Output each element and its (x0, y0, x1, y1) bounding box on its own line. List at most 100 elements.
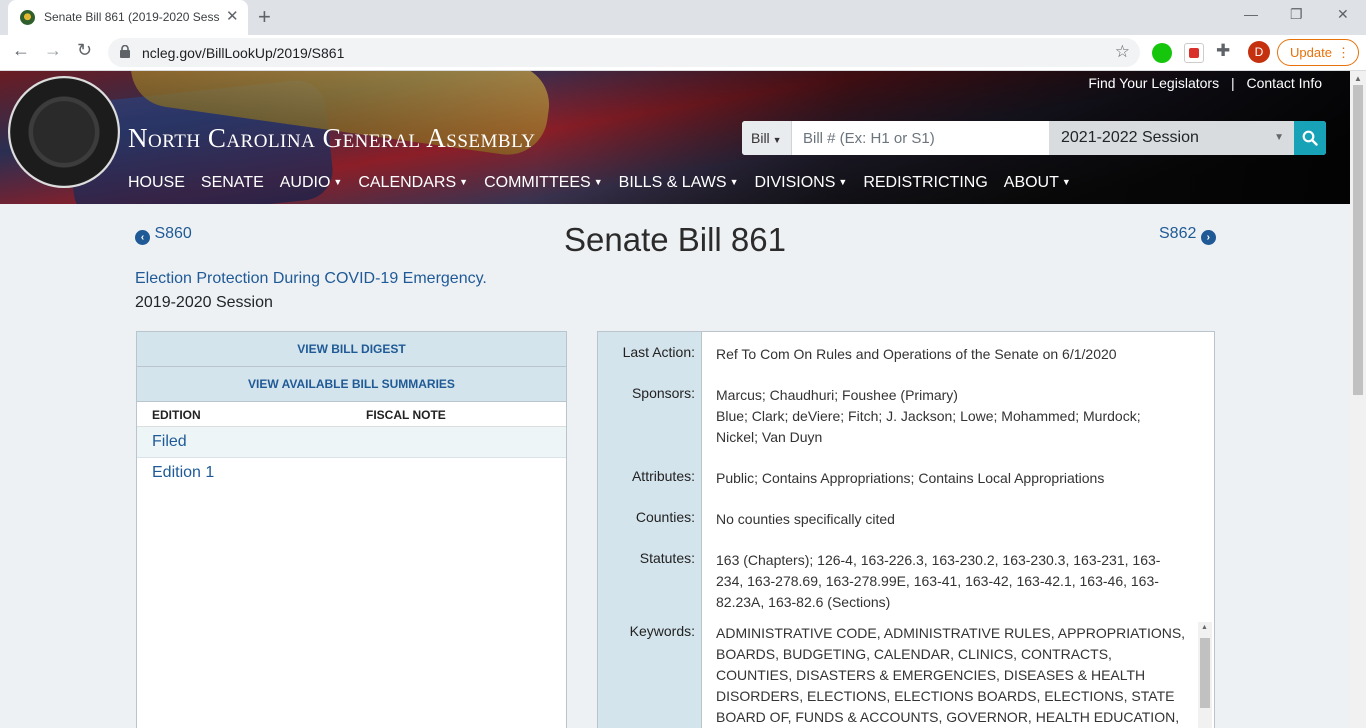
browser-toolbar: ← → ↻ ncleg.gov/BillLookUp/2019/S861 ☆ ✚… (0, 35, 1366, 71)
back-icon[interactable]: ← (12, 40, 30, 61)
view-bill-digest-button[interactable]: VIEW BILL DIGEST (137, 332, 566, 367)
nav-label: AUDIO (279, 174, 331, 191)
nav-redistricting[interactable]: REDISTRICTING (863, 174, 987, 192)
detail-value: Ref To Com On Rules and Operations of th… (716, 346, 1117, 362)
edition-link[interactable]: Filed (152, 433, 187, 450)
site-title[interactable]: North Carolina General Assembly (128, 123, 536, 154)
top-links: Find Your Legislators | Contact Info (1084, 75, 1326, 91)
address-bar[interactable]: ncleg.gov/BillLookUp/2019/S861 ☆ (108, 38, 1140, 67)
tab-title: Senate Bill 861 (2019-2020 Session) (44, 10, 220, 24)
page-title: Senate Bill 861 (564, 221, 786, 258)
scroll-up-icon[interactable]: ▲ (1354, 74, 1362, 83)
extension-green-icon[interactable] (1152, 43, 1172, 63)
nav-house[interactable]: HOUSE (128, 174, 185, 192)
bill-search-form: Bill▼ 2021-2022 Session ▼ (742, 121, 1326, 155)
view-bill-summaries-button[interactable]: VIEW AVAILABLE BILL SUMMARIES (137, 367, 566, 402)
detail-value: 163 (Chapters); 126-4, 163-226.3, 163-23… (716, 552, 1161, 610)
bill-session: 2019-2020 Session (135, 294, 273, 311)
nav-label: SENATE (200, 174, 264, 191)
nav-audio[interactable]: AUDIO ▼ (280, 174, 343, 192)
bill-documents-panel: VIEW BILL DIGEST VIEW AVAILABLE BILL SUM… (136, 331, 567, 728)
nav-senate[interactable]: SENATE (201, 174, 264, 192)
extension-red-icon[interactable] (1184, 43, 1204, 63)
scroll-up-icon[interactable]: ▲ (1201, 624, 1208, 631)
editions-table-header: EDITION FISCAL NOTE (137, 402, 566, 427)
nav-label: HOUSE (128, 174, 185, 191)
nav-label: DIVISIONS (754, 174, 836, 191)
caret-down-icon: ▼ (593, 177, 603, 187)
reload-icon[interactable]: ↻ (77, 40, 92, 61)
detail-label: Statutes: (639, 550, 695, 566)
minimize-icon[interactable]: — (1244, 6, 1258, 22)
site-favicon-icon (20, 10, 35, 25)
nav-bills-laws[interactable]: BILLS & LAWS ▼ (619, 174, 739, 192)
menu-dots-icon: ⋮ (1337, 45, 1350, 60)
bill-number-input[interactable] (792, 121, 1049, 155)
search-type-label: Bill (751, 130, 770, 146)
nav-label: BILLS & LAWS (618, 174, 727, 191)
browser-tabstrip: Senate Bill 861 (2019-2020 Session) ✕ + … (0, 0, 1366, 35)
edition-link[interactable]: Edition 1 (152, 464, 214, 481)
scrollbar-thumb[interactable] (1353, 85, 1363, 395)
find-legislators-link[interactable]: Find Your Legislators (1088, 75, 1219, 91)
bookmark-star-icon[interactable]: ☆ (1115, 42, 1130, 62)
search-button[interactable] (1294, 121, 1326, 155)
column-header-edition: EDITION (152, 408, 201, 422)
sponsors-primary: Marcus; Chaudhuri; Foushee (Primary) (716, 387, 958, 403)
chevron-right-icon: › (1200, 230, 1216, 245)
lock-icon (120, 45, 130, 58)
main-content: ‹ S860 Senate Bill 861 S862 › Election P… (0, 204, 1350, 728)
forward-icon[interactable]: → (44, 40, 62, 61)
nav-committees[interactable]: COMMITTEES ▼ (484, 174, 603, 192)
close-window-icon[interactable]: ✕ (1337, 6, 1349, 23)
sponsors-other: Blue; Clark; deViere; Fitch; J. Jackson;… (716, 408, 1141, 445)
browser-tab[interactable]: Senate Bill 861 (2019-2020 Session) ✕ (8, 0, 248, 35)
column-header-fiscal-note: FISCAL NOTE (366, 408, 446, 422)
next-bill-label: S862 (1159, 225, 1197, 242)
bill-details-panel: Last Action: Ref To Com On Rules and Ope… (597, 331, 1215, 728)
detail-label: Attributes: (631, 468, 695, 484)
scrollbar-thumb[interactable] (1200, 638, 1210, 708)
detail-label: Keywords: (629, 623, 695, 639)
nav-calendars[interactable]: CALENDARS ▼ (358, 174, 468, 192)
state-seal-logo[interactable] (8, 76, 120, 188)
session-select-value: 2021-2022 Session (1061, 129, 1199, 146)
nav-divisions[interactable]: DIVISIONS ▼ (754, 174, 847, 192)
edition-row: Edition 1 (137, 458, 566, 489)
update-label: Update (1290, 45, 1332, 60)
update-button[interactable]: Update ⋮ (1277, 39, 1359, 66)
search-icon (1302, 130, 1318, 146)
nav-label: REDISTRICTING (863, 174, 988, 191)
nav-about[interactable]: ABOUT ▼ (1004, 174, 1071, 192)
link-divider: | (1230, 75, 1235, 91)
next-bill-link[interactable]: S862 › (1159, 225, 1216, 245)
caret-down-icon: ▼ (1061, 177, 1071, 187)
main-nav: HOUSE SENATE AUDIO ▼ CALENDARS ▼ COMMITTEE… (128, 174, 1087, 192)
nav-label: CALENDARS (358, 174, 457, 191)
tab-close-icon[interactable]: ✕ (226, 7, 239, 25)
nav-label: COMMITTEES (484, 174, 591, 191)
new-tab-icon[interactable]: + (258, 4, 271, 30)
detail-value-keywords: ADMINISTRATIVE CODE, ADMINISTRATIVE RULE… (716, 625, 1186, 725)
detail-value: Public; Contains Appropriations; Contain… (716, 470, 1105, 486)
caret-down-icon: ▼ (459, 177, 469, 187)
restore-icon[interactable]: ❐ (1290, 6, 1303, 23)
search-type-select[interactable]: Bill ▼ (742, 121, 792, 155)
detail-label: Sponsors: (631, 385, 695, 401)
detail-label: Counties: (635, 509, 695, 525)
site-header: North Carolina General Assembly Find You… (0, 71, 1350, 204)
url-text: ncleg.gov/BillLookUp/2019/S861 (142, 45, 345, 61)
bill-description-link[interactable]: Election Protection During COVID-19 Emer… (135, 270, 487, 288)
caret-down-icon: ▼ (772, 135, 782, 145)
extensions-puzzle-icon[interactable]: ✚ (1216, 41, 1230, 61)
caret-down-icon: ▼ (729, 177, 739, 187)
page-scrollbar[interactable]: ▲ (1350, 71, 1366, 728)
keywords-scrollbar[interactable]: ▲ (1198, 622, 1212, 728)
profile-avatar[interactable]: D (1248, 41, 1270, 63)
detail-label: Last Action: (622, 344, 695, 360)
caret-down-icon: ▼ (838, 177, 848, 187)
contact-info-link[interactable]: Contact Info (1247, 75, 1323, 91)
session-select[interactable]: 2021-2022 Session ▼ (1049, 121, 1294, 155)
caret-down-icon: ▼ (333, 177, 343, 187)
nav-label: ABOUT (1003, 174, 1059, 191)
